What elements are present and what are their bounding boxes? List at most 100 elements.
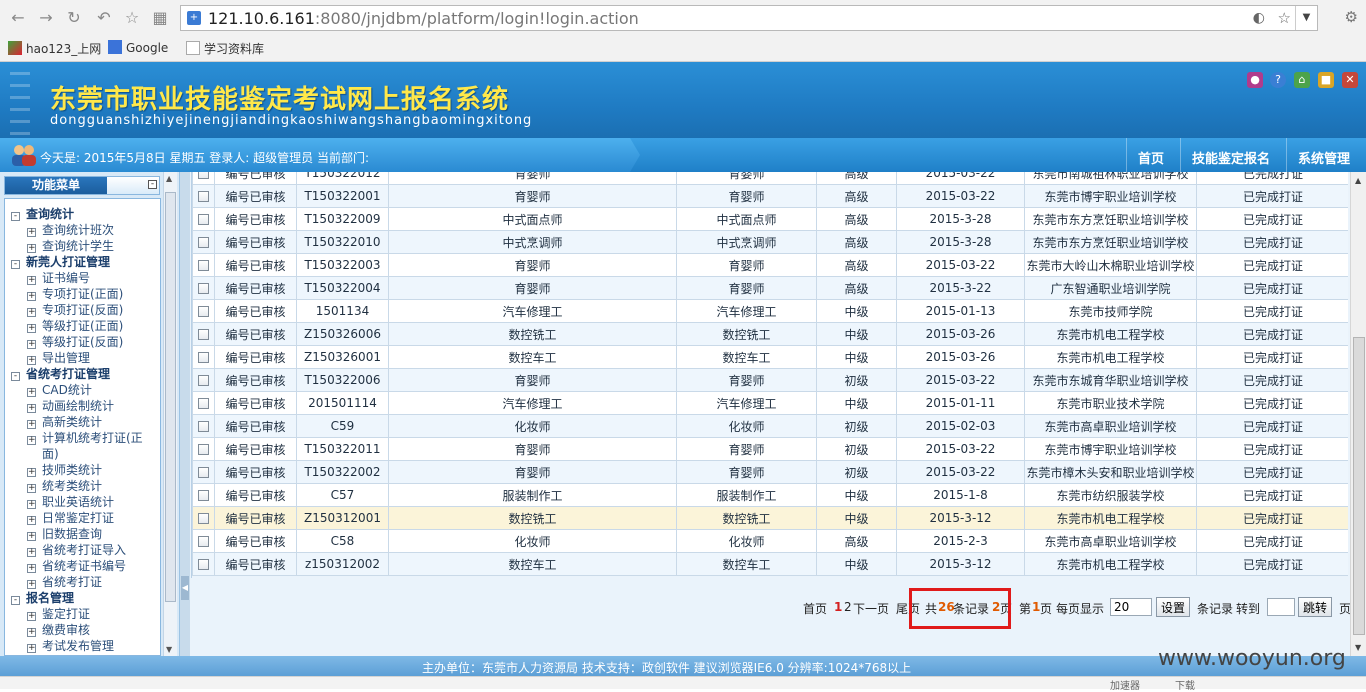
bookmark-study[interactable]: 学习资料库 — [186, 40, 264, 57]
lock-icon[interactable]: ■ — [1318, 72, 1334, 88]
accelerator-label[interactable]: 加速器 — [1110, 677, 1140, 692]
sidebar-item[interactable]: 面) — [42, 445, 59, 462]
help-icon[interactable]: ? — [1270, 72, 1286, 88]
page-info-icon[interactable]: + — [187, 11, 201, 25]
table-row[interactable]: 编号已审核 T150322012 育婴师 育婴师 高级 2015-03-22 东莞市南城祖林… — [192, 172, 1348, 185]
bookmark-google[interactable]: Google — [108, 40, 168, 55]
sidebar-item[interactable]: + 省统考证书编号 — [27, 557, 126, 574]
bookmark-hao123[interactable]: hao123_上网 — [8, 40, 101, 57]
row-checkbox[interactable] — [198, 444, 209, 455]
row-checkbox[interactable] — [198, 237, 209, 248]
sidebar-item[interactable]: + 等级打证(反面) — [27, 333, 123, 350]
table-row[interactable]: 编号已审核 T150322010 中式烹调师 中式烹调师 高级 2015-3-28 东莞市东… — [192, 230, 1348, 254]
row-checkbox[interactable] — [198, 329, 209, 340]
goto-button[interactable]: 跳转 — [1298, 597, 1333, 617]
sidebar-item[interactable]: + 统考类统计 — [27, 477, 102, 494]
sidebar-item[interactable]: + 动画绘制统计 — [27, 397, 114, 414]
main-scrollbar[interactable]: ▲ ▼ — [1350, 172, 1366, 656]
table-row[interactable]: 编号已审核 T150322009 中式面点师 中式面点师 高级 2015-3-28 东莞市东… — [192, 207, 1348, 231]
next-page-link[interactable]: 下一页 — [853, 600, 889, 617]
row-checkbox[interactable] — [198, 559, 209, 570]
user-icon[interactable]: ● — [1247, 72, 1263, 88]
table-row[interactable]: 编号已审核 Z150326001 数控车工 数控车工 中级 2015-03-26 东莞市机电… — [192, 345, 1348, 369]
address-url[interactable]: 121.10.6.161:8080/jnjdbm/platform/login!… — [208, 9, 639, 28]
sidebar-item[interactable]: + 专项打证(反面) — [27, 301, 123, 318]
first-page-link[interactable]: 首页 — [803, 600, 827, 617]
row-checkbox[interactable] — [198, 398, 209, 409]
table-row[interactable]: 编号已审核 T150322004 育婴师 育婴师 高级 2015-3-22 广东智通职业培训… — [192, 276, 1348, 300]
row-checkbox[interactable] — [198, 306, 209, 317]
sidebar-item[interactable]: + 考试发布管理 — [27, 637, 114, 654]
sidebar-item[interactable]: + 高新类统计 — [27, 413, 102, 430]
home-icon[interactable]: ⌂ — [1294, 72, 1310, 88]
compat-icon[interactable]: ◐ — [1253, 10, 1265, 26]
row-checkbox[interactable] — [198, 283, 209, 294]
download-label[interactable]: 下载 — [1175, 677, 1195, 692]
apps-grid-icon[interactable]: ▦ — [150, 8, 170, 28]
tree-collapse-icon[interactable]: - — [11, 212, 20, 221]
table-row[interactable]: 编号已审核 C59 化妆师 化妆师 初级 2015-02-03 东莞市高卓职业培训学校 已完成… — [192, 414, 1348, 438]
table-row[interactable]: 编号已审核 201501114 汽车修理工 汽车修理工 中级 2015-01-11 东莞市职… — [192, 391, 1348, 415]
sidebar-item[interactable]: + 技师类统计 — [27, 461, 102, 478]
sidebar-item[interactable]: + 专项打证(正面) — [27, 285, 123, 302]
page-2-link[interactable]: 2 — [844, 600, 852, 614]
tree-collapse-icon[interactable]: - — [11, 596, 20, 605]
tree-collapse-icon[interactable]: - — [11, 372, 20, 381]
star-icon[interactable]: ☆ — [122, 8, 142, 28]
table-row[interactable]: 编号已审核 C57 服装制作工 服装制作工 中级 2015-1-8 东莞市纺织服装学校 已完成… — [192, 483, 1348, 507]
table-row[interactable]: 编号已审核 z150312002 数控车工 数控车工 中级 2015-3-12 东莞市机电工… — [192, 552, 1348, 576]
sidebar-group[interactable]: - 省统考打证管理 — [11, 365, 110, 382]
row-checkbox[interactable] — [198, 421, 209, 432]
row-checkbox[interactable] — [198, 260, 209, 271]
sidebar-item[interactable]: + 查询统计学生 — [27, 237, 114, 254]
tree-collapse-icon[interactable]: - — [11, 260, 20, 269]
bookmark-star-icon[interactable]: ☆ — [1278, 9, 1291, 27]
sidebar-item[interactable]: + 等级打证(正面) — [27, 317, 123, 334]
back-icon[interactable]: ← — [8, 8, 28, 28]
forward-icon[interactable]: → — [36, 8, 56, 28]
nav-system-management[interactable]: 系统管理 — [1298, 148, 1350, 167]
table-row[interactable]: 编号已审核 T150322006 育婴师 育婴师 初级 2015-03-22 东莞市东城育华… — [192, 368, 1348, 392]
sidebar-item[interactable]: + 省统考打证导入 — [27, 541, 126, 558]
sidebar-item[interactable]: + 职业英语统计 — [27, 493, 114, 510]
row-checkbox[interactable] — [198, 214, 209, 225]
address-bar[interactable]: + 121.10.6.161:8080/jnjdbm/platform/logi… — [180, 5, 1318, 31]
table-row[interactable]: 编号已审核 Z150312001 数控铣工 数控铣工 中级 2015-3-12 东莞市机电工… — [192, 506, 1348, 530]
nav-home[interactable]: 首页 — [1138, 148, 1164, 167]
row-checkbox[interactable] — [198, 352, 209, 363]
sidebar-splitter[interactable]: ◀ — [180, 172, 190, 656]
table-row[interactable]: 编号已审核 1501134 汽车修理工 汽车修理工 中级 2015-01-13 东莞市技师学… — [192, 299, 1348, 323]
row-checkbox[interactable] — [198, 191, 209, 202]
undo-icon[interactable]: ↶ — [94, 8, 114, 28]
row-checkbox[interactable] — [198, 490, 209, 501]
table-row[interactable]: 编号已审核 T150322001 育婴师 育婴师 高级 2015-03-22 东莞市博宇职业… — [192, 184, 1348, 208]
dropdown-arrow-icon[interactable]: ▼ — [1295, 6, 1317, 30]
row-checkbox[interactable] — [198, 172, 209, 179]
reload-icon[interactable]: ↻ — [64, 8, 84, 28]
sidebar-item[interactable]: + 省统考打证 — [27, 573, 102, 590]
per-page-input[interactable] — [1110, 598, 1152, 616]
sidebar-group[interactable]: - 查询统计 — [11, 205, 74, 222]
row-checkbox[interactable] — [198, 513, 209, 524]
sidebar-item[interactable]: + 导出管理 — [27, 349, 90, 366]
table-row[interactable]: 编号已审核 C58 化妆师 化妆师 高级 2015-2-3 东莞市高卓职业培训学校 已完成打证 — [192, 529, 1348, 553]
nav-skill-registration[interactable]: 技能鉴定报名 — [1192, 148, 1270, 167]
sidebar-item[interactable]: + 缴费审核 — [27, 621, 90, 638]
sidebar-item[interactable]: + 证书编号 — [27, 269, 90, 286]
sidebar-group[interactable]: - 新莞人打证管理 — [11, 253, 110, 270]
row-checkbox[interactable] — [198, 536, 209, 547]
sidebar-item[interactable]: + 旧数据查询 — [27, 525, 102, 542]
table-row[interactable]: 编号已审核 T150322003 育婴师 育婴师 高级 2015-03-22 东莞市大岭山木… — [192, 253, 1348, 277]
row-checkbox[interactable] — [198, 467, 209, 478]
table-row[interactable]: 编号已审核 Z150326006 数控铣工 数控铣工 中级 2015-03-26 东莞市机电… — [192, 322, 1348, 346]
sidebar-group[interactable]: - 报名管理 — [11, 589, 74, 606]
sidebar-item[interactable]: + CAD统计 — [27, 381, 92, 398]
collapse-arrow-icon[interactable]: ◀ — [181, 576, 189, 600]
wrench-icon[interactable]: ⚙ — [1345, 8, 1358, 26]
sidebar-item[interactable]: + 计算机统考打证(正 — [27, 429, 143, 446]
sidebar-item[interactable]: + 查询统计班次 — [27, 221, 114, 238]
goto-page-input[interactable] — [1267, 598, 1295, 616]
sidebar-item[interactable]: + 日常鉴定打证 — [27, 509, 114, 526]
row-checkbox[interactable] — [198, 375, 209, 386]
exit-icon[interactable]: ✕ — [1342, 72, 1358, 88]
